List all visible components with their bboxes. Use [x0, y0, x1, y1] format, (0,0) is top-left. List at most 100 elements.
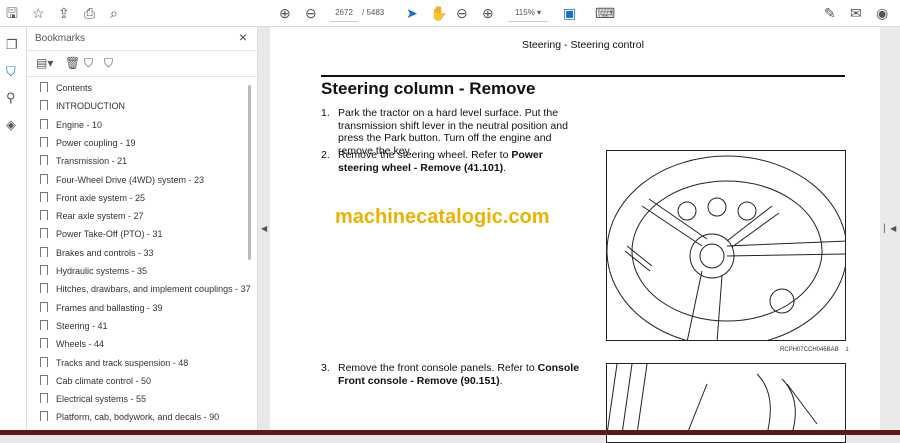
step-number: 3.	[321, 362, 330, 374]
bookmark-item[interactable]: Hitches, drawbars, and implement couplin…	[40, 281, 251, 297]
bookmark-label: Rear axle system - 27	[56, 211, 144, 222]
bookmark-label: Power Take-Off (PTO) - 31	[56, 229, 163, 240]
bookmark-item[interactable]: Cab climate control - 50	[40, 373, 151, 389]
attachment-icon[interactable]: ⚲	[6, 90, 16, 106]
search-icon[interactable]: ⌕	[110, 4, 118, 22]
taskbar-edge	[0, 430, 900, 435]
bookmark-icon	[40, 82, 48, 92]
bookmark-icon	[40, 301, 48, 312]
page-up-icon[interactable]: ⊕	[279, 4, 291, 22]
step-number: 2.	[321, 149, 330, 161]
bookmark-item[interactable]: Steering - 41	[40, 318, 108, 334]
bookmark-icon	[40, 191, 48, 202]
zoom-value: 115%	[514, 8, 535, 17]
bookmark-label: Power coupling - 19	[56, 137, 136, 148]
comment-icon[interactable]: ⌨	[595, 4, 615, 22]
bookmark-item[interactable]: Front axle system - 25	[40, 190, 145, 206]
hand-icon[interactable]: ✋	[430, 4, 447, 22]
watermark: machinecatalogic.com	[335, 206, 550, 228]
bookmark-item[interactable]: Tracks and track suspension - 48	[40, 355, 188, 371]
left-rail: ❐ ⛉ ⚲ ◈	[0, 27, 27, 435]
pages-icon[interactable]: ❐	[6, 37, 18, 53]
page-number-input[interactable]: 2672	[330, 4, 358, 22]
star-icon[interactable]: ☆	[32, 4, 45, 22]
page-down-icon[interactable]: ⊖	[305, 4, 317, 22]
collapse-left-icon[interactable]: ◀	[261, 224, 267, 233]
step-text: Remove the front console panels. Refer t…	[338, 362, 580, 387]
bookmark-item[interactable]: INTRODUCTION	[40, 98, 125, 114]
bookmark-icon	[40, 319, 48, 330]
bookmarks-toolbar: ▤▾ 🗑 ⛉ ⛉	[27, 50, 258, 77]
bookmark-icon	[40, 246, 48, 257]
bookmark-item[interactable]: Power Take-Off (PTO) - 31	[40, 226, 163, 242]
bookmark-item[interactable]: Engine - 10	[40, 117, 102, 133]
bookmark-item[interactable]: Platform, cab, bodywork, and decals - 90	[40, 409, 219, 425]
bookmark-label: Platform, cab, bodywork, and decals - 90	[56, 412, 220, 423]
bookmark-icon	[40, 265, 48, 275]
step-text: Remove the steering wheel. Refer to Powe…	[338, 149, 543, 174]
bookmark-icon	[40, 136, 48, 147]
bookmark-label: Tracks and track suspension - 48	[56, 357, 189, 368]
add-bookmark-icon[interactable]: ⛉	[84, 56, 93, 71]
bookmarks-panel: Bookmarks × ▤▾ 🗑 ⛉ ⛉ Contents INTRODUCTIO…	[27, 27, 258, 435]
bookmark-label: Transmission - 21	[56, 156, 128, 167]
page-title: Steering column - Remove	[321, 79, 536, 98]
bookmark-item[interactable]: Brakes and controls - 33	[40, 245, 154, 261]
bookmark-item[interactable]: Contents	[40, 80, 92, 96]
right-strip: ▏◀	[880, 27, 900, 430]
bookmark-label: Hydraulic systems - 35	[56, 266, 148, 276]
bookmark-item[interactable]: Rear axle system - 27	[40, 208, 144, 224]
zoom-select[interactable]: 115% ▾	[508, 4, 548, 22]
scrollbar[interactable]	[248, 85, 251, 260]
page-total: / 5483	[362, 8, 385, 17]
upload-icon[interactable]: ⇪	[58, 4, 70, 22]
toolbar: 🖫 ☆ ⇪ ⎙ ⌕ ⊕ ⊖ 2672 / 5483 ➤ ✋ ⊖ ⊕ 115% ▾…	[0, 0, 900, 27]
page-header: Steering - Steering control	[522, 39, 644, 51]
bookmark-icon	[40, 210, 48, 221]
mail-icon[interactable]: ✉	[850, 4, 862, 22]
bookmark-icon	[40, 173, 48, 184]
options-icon[interactable]: ▤▾	[36, 56, 53, 70]
figure-caption: RCPH07CCH046BAB 1	[780, 347, 849, 353]
collapse-right-icon[interactable]: ▏◀	[884, 224, 896, 233]
bookmark-icon	[40, 374, 48, 385]
bookmark-label: Four-Wheel Drive (4WD) system - 23	[56, 174, 205, 185]
step-number: 1.	[321, 107, 330, 119]
bookmark-icon	[40, 338, 48, 349]
bookmark-item[interactable]: Transmission - 21	[40, 153, 127, 169]
print-icon[interactable]: ⎙	[84, 4, 95, 22]
bookmark-label: Frames and ballasting - 39	[56, 302, 163, 313]
bookmark-item[interactable]: Hydraulic systems - 35	[40, 263, 147, 279]
bookmark-label: Steering - 41	[56, 320, 108, 331]
account-icon[interactable]: ◉	[876, 4, 888, 22]
bookmark-label: INTRODUCTION	[56, 101, 125, 112]
bookmark-item[interactable]: Wheels - 44	[40, 336, 104, 352]
bookmark-label: Electrical systems - 55	[56, 394, 147, 405]
bookmark-item[interactable]: Electrical systems - 55	[40, 391, 146, 407]
document-page: Steering - Steering control Steering col…	[270, 27, 880, 443]
bookmark-icon[interactable]: ⛉	[6, 64, 16, 80]
bookmark-item[interactable]: Four-Wheel Drive (4WD) system - 23	[40, 172, 204, 188]
fit-icon[interactable]: ▣	[563, 4, 576, 22]
sign-icon[interactable]: ✎	[824, 4, 836, 22]
bookmark-icon	[40, 228, 48, 239]
bookmark-icon	[40, 411, 48, 422]
delete-icon[interactable]: 🗑	[65, 56, 80, 70]
bookmark-label: Engine - 10	[56, 119, 103, 130]
bookmark-item[interactable]: Frames and ballasting - 39	[40, 300, 163, 316]
select-icon[interactable]: ➤	[406, 4, 418, 22]
find-bookmark-icon[interactable]: ⛉	[104, 56, 113, 71]
bookmark-icon	[40, 393, 48, 404]
title-rule	[321, 75, 845, 77]
bookmark-icon	[40, 100, 48, 111]
zoom-in-icon[interactable]: ⊕	[482, 4, 494, 22]
bookmark-label: Hitches, drawbars, and implement couplin…	[56, 284, 251, 295]
layers-icon[interactable]: ◈	[6, 117, 16, 133]
zoom-out-icon[interactable]: ⊖	[456, 4, 468, 22]
save-icon[interactable]: 🖫	[6, 4, 18, 22]
bookmark-item[interactable]: Power coupling - 19	[40, 135, 136, 151]
bookmarks-title: Bookmarks	[35, 33, 86, 44]
steering-wheel-figure	[606, 150, 846, 341]
bookmark-label: Brakes and controls - 33	[56, 247, 154, 258]
close-icon[interactable]: ×	[239, 29, 247, 45]
